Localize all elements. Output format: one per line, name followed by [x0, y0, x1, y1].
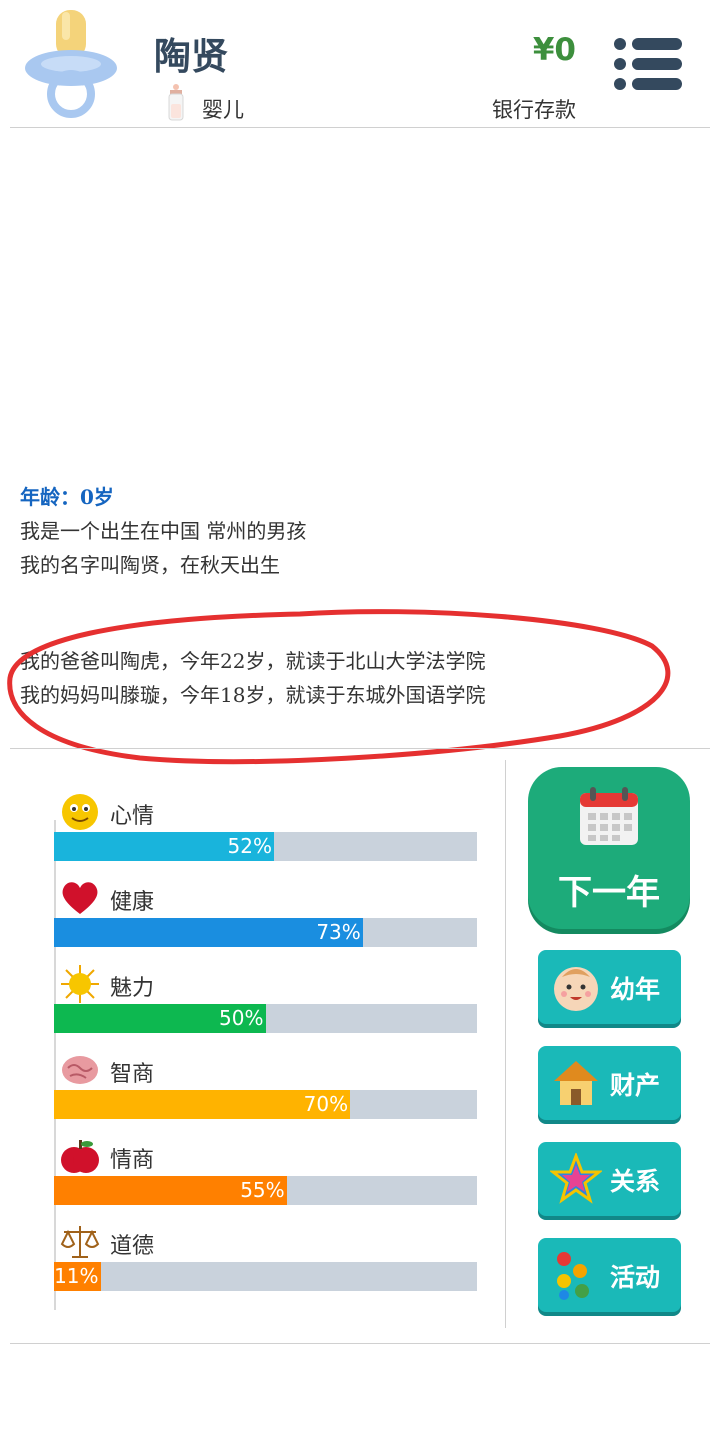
story-line-mother: 我的妈妈叫滕璇，今年18岁，就读于东城外国语学院 — [20, 683, 486, 707]
stat-mood: 心情 52% — [54, 792, 477, 874]
stat-track: 70% — [54, 1090, 477, 1119]
assets-button[interactable]: 财产 — [538, 1046, 681, 1120]
stat-health: 健康 73% — [54, 878, 477, 960]
stat-track: 55% — [54, 1176, 477, 1205]
stat-fill: 55% — [54, 1176, 287, 1205]
bank-balance-label: 银行存款 — [492, 98, 576, 122]
heart-icon — [62, 882, 98, 914]
house-icon — [554, 1061, 598, 1105]
scale-icon — [60, 1226, 100, 1258]
childhood-button[interactable]: 幼年 — [538, 950, 681, 1024]
story-line-father: 我的爸爸叫陶虎，今年22岁，就读于北山大学法学院 — [20, 649, 486, 673]
story-log: 年龄：0岁 我是一个出生在中国 常州的男孩 我的名字叫陶贤，在秋天出生 我的爸爸… — [20, 480, 680, 712]
apple-icon — [61, 1140, 99, 1173]
stats-divider — [505, 760, 506, 1328]
next-year-button[interactable]: 下一年 — [528, 767, 690, 929]
life-stage-label: 婴儿 — [202, 98, 244, 122]
age-line: 年龄：0岁 — [20, 485, 114, 509]
smiley-icon — [62, 794, 98, 830]
childhood-label: 幼年 — [610, 975, 661, 1004]
stat-iq: 智商 70% — [54, 1050, 477, 1132]
header: 陶贤 婴儿 ¥0 银行存款 — [0, 0, 720, 128]
stat-morality: 道德 11% — [54, 1222, 477, 1304]
activities-label: 活动 — [610, 1263, 661, 1292]
stat-charm: 魅力 50% — [54, 964, 477, 1046]
story-line: 我是一个出生在中国 常州的男孩 — [20, 519, 307, 543]
menu-icon[interactable] — [612, 36, 684, 92]
star-icon — [550, 1153, 602, 1204]
calendar-icon — [580, 787, 638, 845]
pacifier-icon — [25, 10, 117, 118]
stat-fill: 50% — [54, 1004, 266, 1033]
footer-divider — [10, 1343, 710, 1344]
stat-track: 50% — [54, 1004, 477, 1033]
next-year-label: 下一年 — [558, 873, 660, 913]
stat-fill: 73% — [54, 918, 363, 947]
player-name: 陶贤 — [154, 35, 228, 78]
assets-label: 财产 — [610, 1071, 661, 1100]
stat-track: 73% — [54, 918, 477, 947]
activities-dots-icon — [557, 1252, 589, 1300]
stat-track: 52% — [54, 832, 477, 861]
stat-fill: 70% — [54, 1090, 351, 1119]
sun-icon — [61, 965, 99, 1003]
story-line: 我的名字叫陶贤，在秋天出生 — [20, 553, 280, 577]
stat-track: 11% — [54, 1262, 477, 1291]
header-divider — [10, 127, 710, 128]
relations-label: 关系 — [610, 1167, 661, 1196]
stat-eq: 情商 55% — [54, 1136, 477, 1218]
brain-icon — [62, 1056, 98, 1084]
stat-fill: 52% — [54, 832, 274, 861]
story-divider — [10, 748, 710, 749]
baby-face-icon — [554, 967, 598, 1011]
relations-button[interactable]: 关系 — [538, 1142, 681, 1216]
stat-fill: 11% — [54, 1262, 101, 1291]
activities-button[interactable]: 活动 — [538, 1238, 681, 1312]
baby-bottle-icon — [168, 84, 184, 121]
bank-balance: ¥0 — [532, 32, 576, 68]
